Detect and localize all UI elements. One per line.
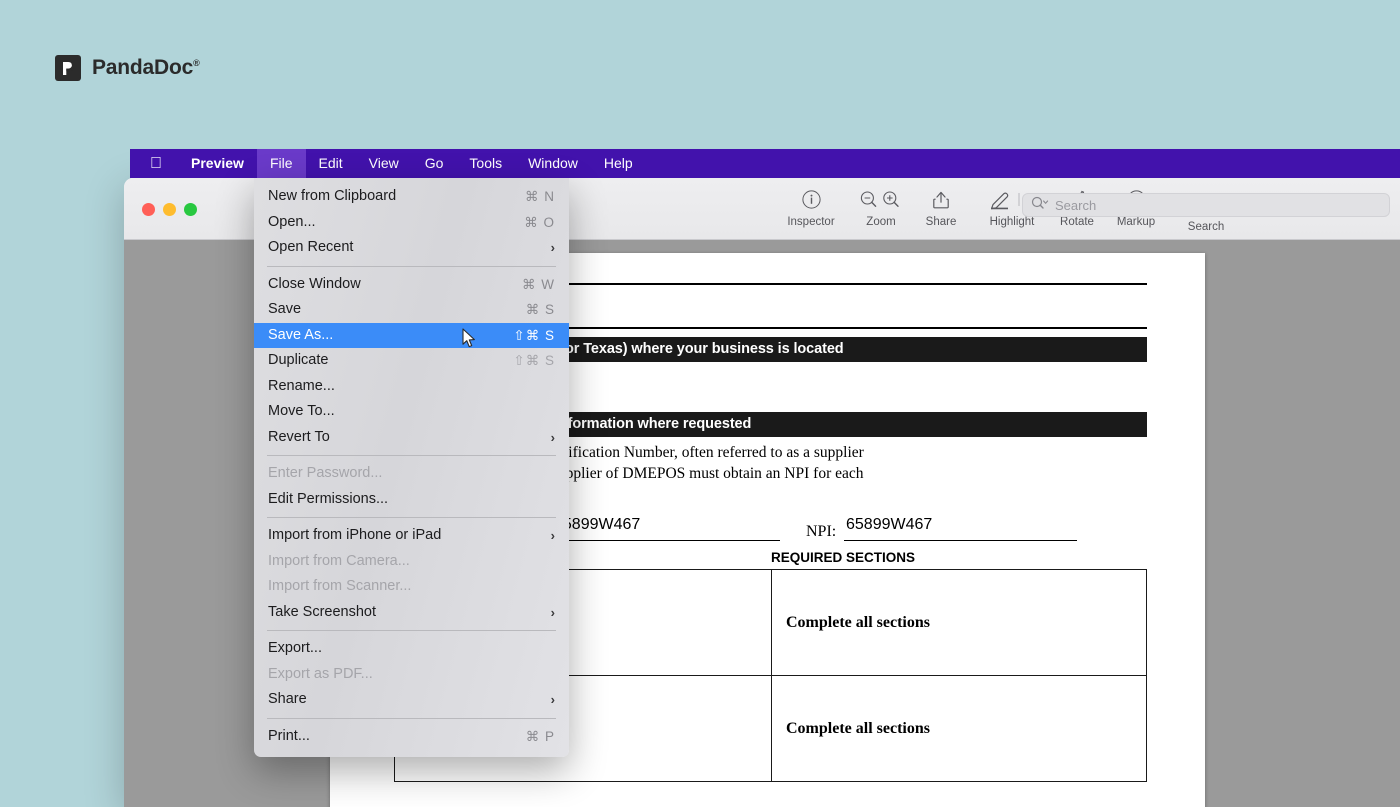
window-controls[interactable] xyxy=(142,203,197,216)
pandadoc-logo-icon xyxy=(55,55,81,81)
menu-item-duplicate[interactable]: Duplicate ⇧⌘ S xyxy=(254,348,569,374)
field-value-npi[interactable]: 65899W467 xyxy=(846,516,932,534)
menu-item-close-window[interactable]: Close Window ⌘ W xyxy=(254,272,569,298)
chevron-right-icon: › xyxy=(550,528,555,543)
close-button[interactable] xyxy=(142,203,155,216)
apple-icon[interactable]:  xyxy=(130,149,178,178)
menu-item-label: Export as PDF... xyxy=(268,665,373,682)
menu-item-save[interactable]: Save ⌘ S xyxy=(254,297,569,323)
minimize-button[interactable] xyxy=(163,203,176,216)
file-dropdown-menu: New from Clipboard ⌘ N Open... ⌘ O Open … xyxy=(254,178,569,757)
menu-item-open[interactable]: Open... ⌘ O xyxy=(254,210,569,236)
mouse-cursor-icon xyxy=(462,328,478,355)
menu-item-label: Revert To xyxy=(268,428,330,445)
brand-wordmark: PandaDoc® xyxy=(92,56,200,79)
menu-item-label: Export... xyxy=(268,640,322,656)
info-circle-icon xyxy=(776,187,846,213)
menubar-item-file[interactable]: File xyxy=(256,149,306,178)
menu-item-import-from-camera: Import from Camera... xyxy=(254,549,569,575)
menubar-item-edit[interactable]: Edit xyxy=(306,149,356,178)
share-button[interactable]: Share xyxy=(906,187,976,228)
chevron-right-icon: › xyxy=(550,692,555,707)
table-header-right: REQUIRED SECTIONS xyxy=(771,550,916,565)
menu-item-import-from-scanner: Import from Scanner... xyxy=(254,574,569,600)
chevron-right-icon: › xyxy=(550,429,555,445)
chevron-right-icon: › xyxy=(550,240,555,255)
menubar-item-go[interactable]: Go xyxy=(412,149,457,178)
menu-item-label: Move To... xyxy=(268,403,335,419)
menu-item-edit-permissions[interactable]: Edit Permissions... xyxy=(254,487,569,513)
menu-item-label: Open Recent xyxy=(268,239,354,255)
menu-item-label: Rename... xyxy=(268,377,335,394)
macos-menu-bar:  Preview File Edit View Go Tools Window… xyxy=(130,149,1400,178)
menubar-item-help[interactable]: Help xyxy=(591,149,646,178)
inspector-button[interactable]: Inspector xyxy=(776,187,846,228)
menu-item-export-as-pdf: Export as PDF... xyxy=(254,662,569,688)
menu-item-print[interactable]: Print... ⌘ P xyxy=(254,724,569,750)
menu-item-shortcut: ⌘ O xyxy=(524,214,555,230)
menu-item-label: New from Clipboard xyxy=(268,188,397,204)
menu-item-revert-to[interactable]: Revert To › xyxy=(254,425,569,451)
menu-item-label: Enter Password... xyxy=(268,465,383,481)
maximize-button[interactable] xyxy=(184,203,197,216)
menu-item-shortcut: ⇧⌘ S xyxy=(513,353,555,368)
menu-divider xyxy=(267,630,556,631)
menu-item-label: Import from iPhone or iPad xyxy=(268,527,442,543)
menu-divider xyxy=(267,717,556,719)
menu-item-label: Open... xyxy=(268,213,316,230)
inspector-label: Inspector xyxy=(787,216,835,228)
menubar-item-window[interactable]: Window xyxy=(515,149,591,178)
menu-item-shortcut: ⌘ N xyxy=(525,189,555,204)
field-label-npi: NPI: xyxy=(806,523,837,540)
pandadoc-logo: PandaDoc® xyxy=(55,55,200,81)
menu-item-new-from-clipboard[interactable]: New from Clipboard ⌘ N xyxy=(254,184,569,210)
menu-item-shortcut: ⌘ P xyxy=(525,728,555,744)
search-area: Search Search xyxy=(1022,193,1390,233)
search-label: Search xyxy=(1187,221,1225,233)
menu-item-shortcut: ⌘ S xyxy=(525,302,555,317)
menu-item-label: Take Screenshot xyxy=(268,603,377,620)
menubar-item-tools[interactable]: Tools xyxy=(456,149,515,178)
share-label: Share xyxy=(925,216,957,228)
menu-item-label: Import from Camera... xyxy=(268,552,410,569)
table-cell-required: Complete all sections xyxy=(771,569,1147,676)
menu-item-label: Print... xyxy=(268,727,310,744)
menu-item-move-to[interactable]: Move To... xyxy=(254,399,569,425)
menu-item-label: Import from Scanner... xyxy=(268,578,412,594)
menu-item-shortcut: ⌘ W xyxy=(522,276,555,292)
menu-item-label: Close Window xyxy=(268,275,361,292)
menu-item-label: Edit Permissions... xyxy=(268,490,389,507)
menu-divider xyxy=(267,517,556,518)
menu-item-label: Share xyxy=(268,691,307,707)
menubar-item-view[interactable]: View xyxy=(356,149,412,178)
menu-item-rename[interactable]: Rename... xyxy=(254,374,569,400)
menu-item-open-recent[interactable]: Open Recent › xyxy=(254,235,569,261)
menu-item-share[interactable]: Share › xyxy=(254,687,569,713)
share-up-icon xyxy=(906,187,976,213)
search-icon xyxy=(1031,196,1050,215)
menu-item-take-screenshot[interactable]: Take Screenshot › xyxy=(254,600,569,626)
search-placeholder: Search xyxy=(1055,197,1097,213)
menubar-item-preview[interactable]: Preview xyxy=(178,149,257,178)
menu-divider xyxy=(267,455,556,456)
menu-divider xyxy=(267,265,556,267)
chevron-right-icon: › xyxy=(550,604,555,620)
menu-item-label: Save xyxy=(268,301,302,317)
menu-item-shortcut: ⇧⌘ S xyxy=(513,327,555,343)
menu-item-save-as[interactable]: Save As... ⇧⌘ S xyxy=(254,322,569,348)
menu-item-import-from-iphone-or-ipad[interactable]: Import from iPhone or iPad › xyxy=(254,523,569,549)
menu-item-enter-password: Enter Password... xyxy=(254,461,569,487)
table-cell-required: Complete all sections xyxy=(771,675,1147,782)
search-input[interactable]: Search xyxy=(1022,193,1390,217)
menu-item-export[interactable]: Export... xyxy=(254,636,569,662)
